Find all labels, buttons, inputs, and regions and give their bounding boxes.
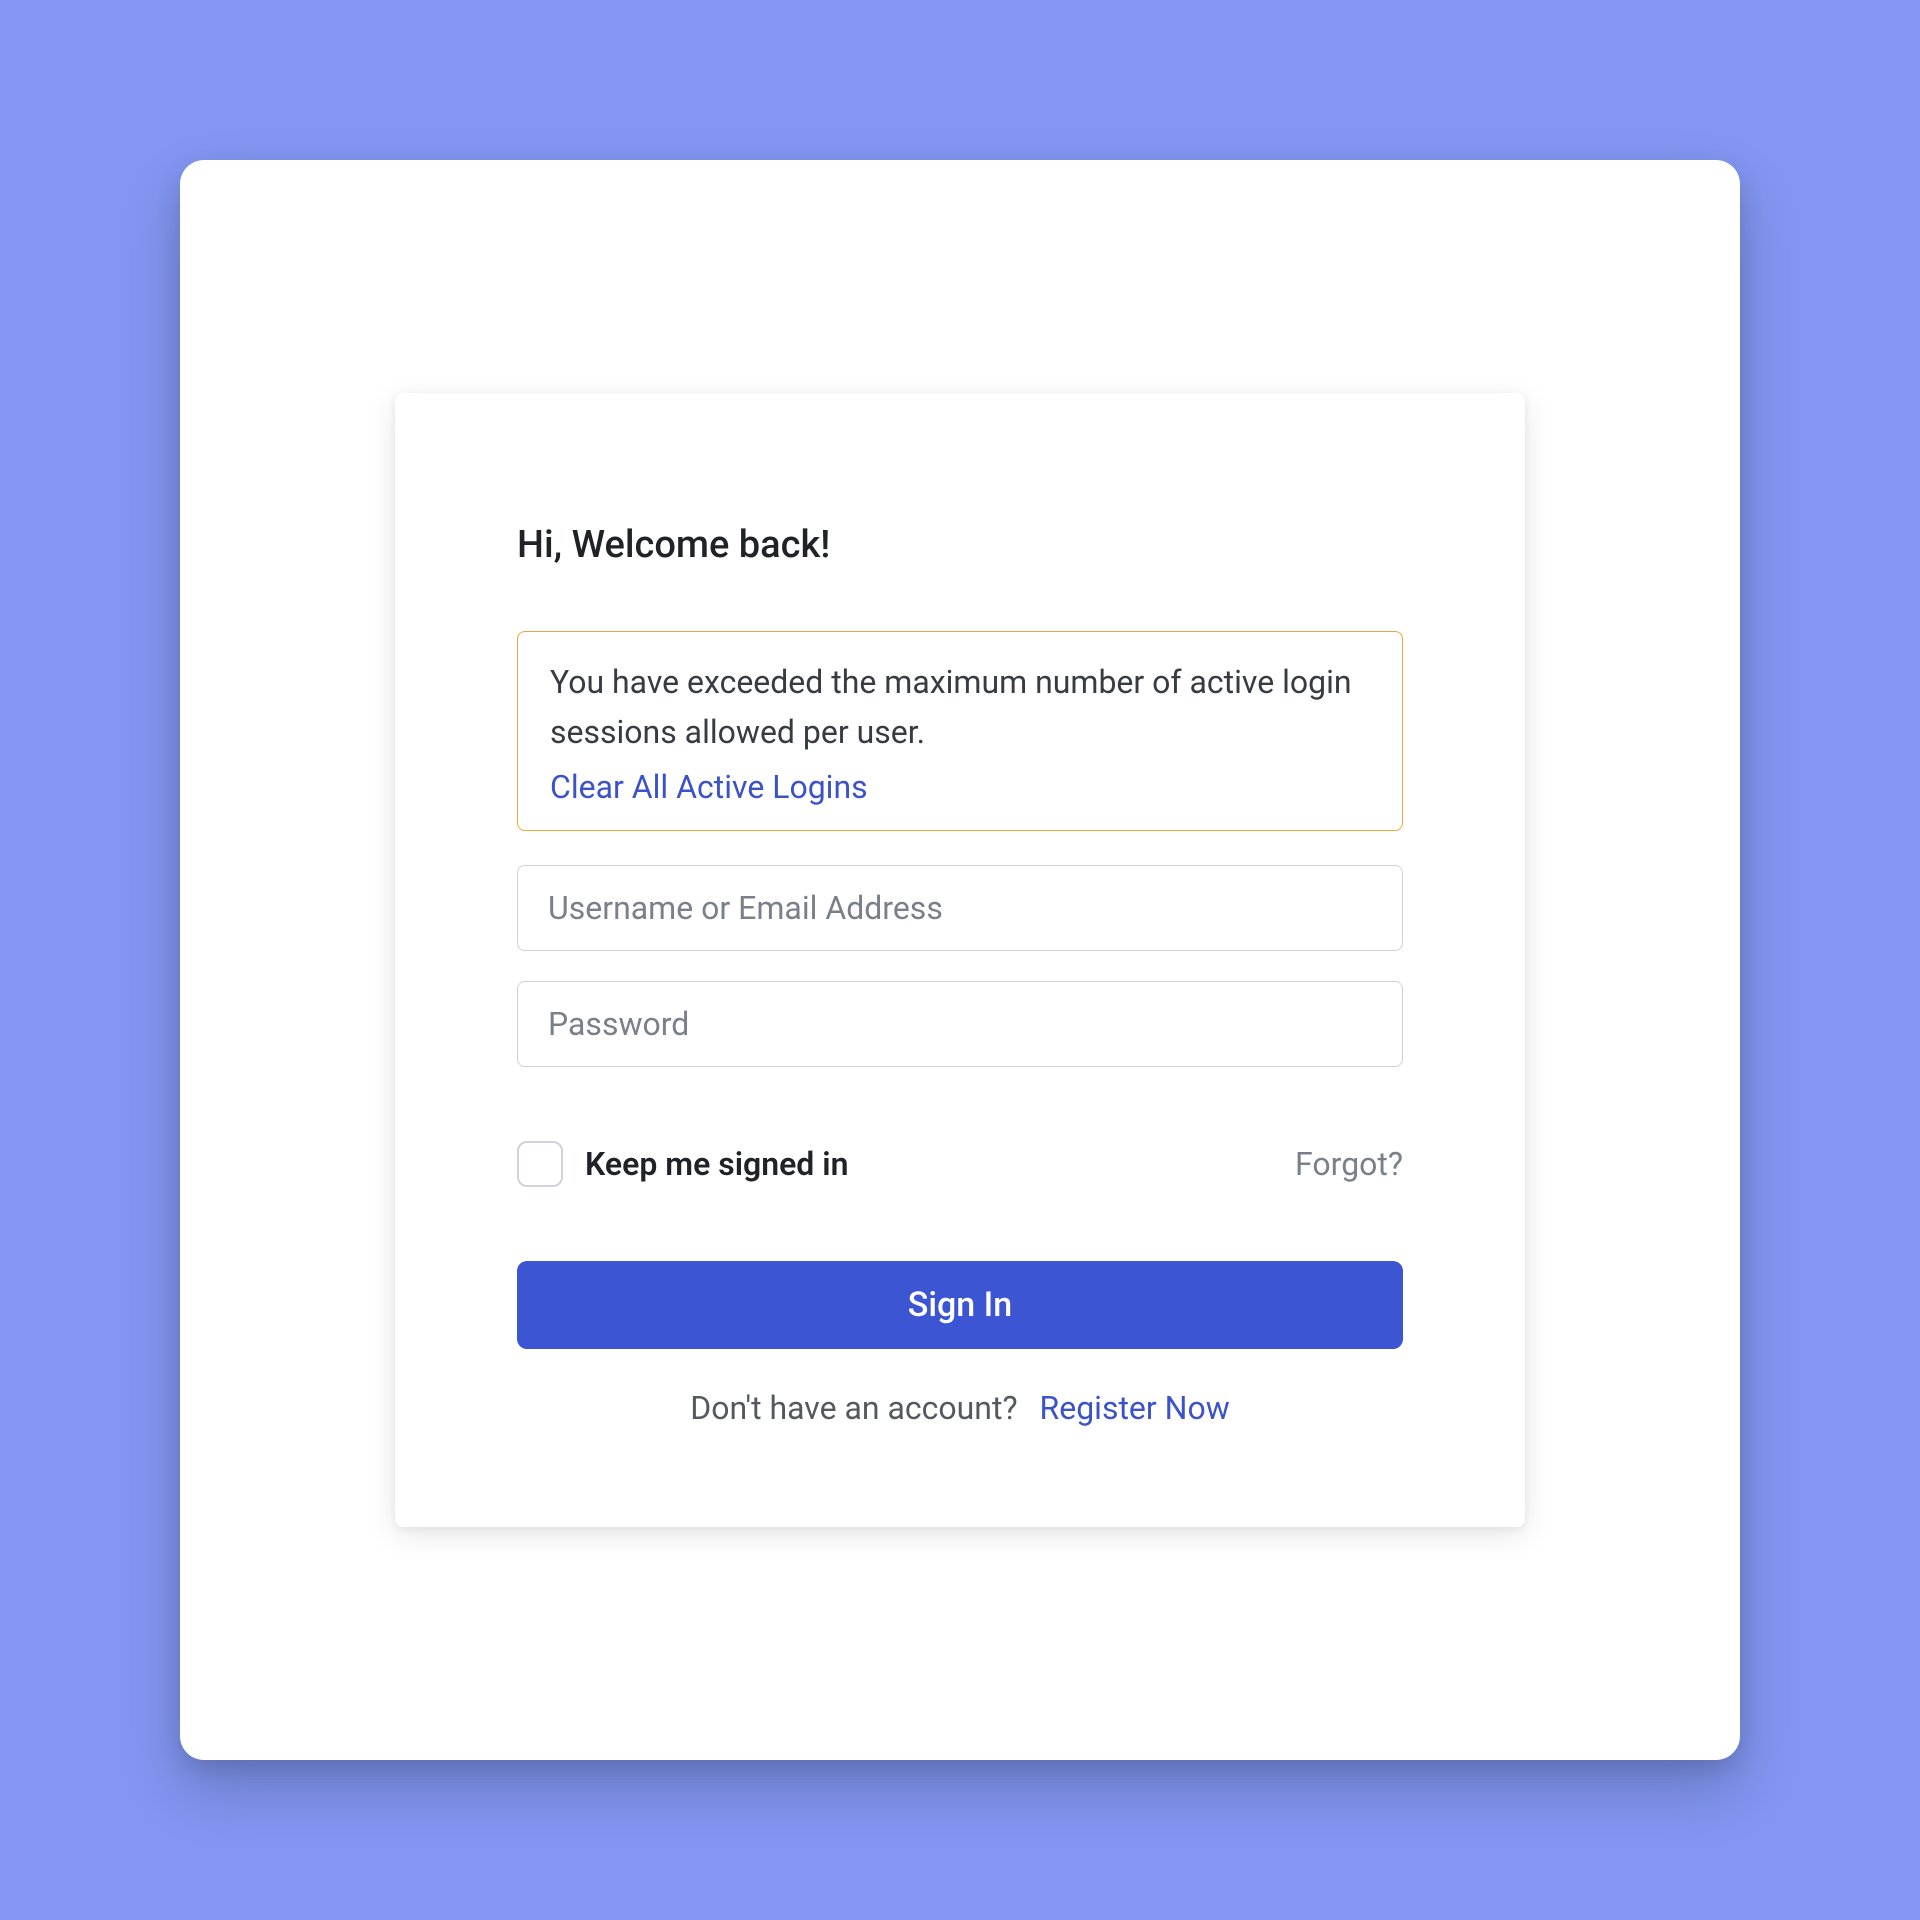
login-card: Hi, Welcome back! You have exceeded the … xyxy=(395,393,1525,1526)
outer-card: Hi, Welcome back! You have exceeded the … xyxy=(180,160,1740,1760)
forgot-link[interactable]: Forgot? xyxy=(1295,1145,1403,1183)
session-limit-alert: You have exceeded the maximum number of … xyxy=(517,631,1403,830)
password-input[interactable] xyxy=(517,981,1403,1067)
alert-message: You have exceeded the maximum number of … xyxy=(550,658,1370,757)
signin-button[interactable]: Sign In xyxy=(517,1261,1403,1349)
register-row: Don't have an account? Register Now xyxy=(517,1389,1403,1427)
register-link[interactable]: Register Now xyxy=(1040,1389,1230,1427)
remember-label[interactable]: Keep me signed in xyxy=(585,1145,848,1183)
register-prompt: Don't have an account? xyxy=(690,1389,1017,1427)
remember-wrap: Keep me signed in xyxy=(517,1141,848,1187)
page-title: Hi, Welcome back! xyxy=(517,523,1403,567)
remember-checkbox[interactable] xyxy=(517,1141,563,1187)
clear-logins-link[interactable]: Clear All Active Logins xyxy=(550,768,868,806)
username-input[interactable] xyxy=(517,865,1403,951)
options-row: Keep me signed in Forgot? xyxy=(517,1141,1403,1187)
